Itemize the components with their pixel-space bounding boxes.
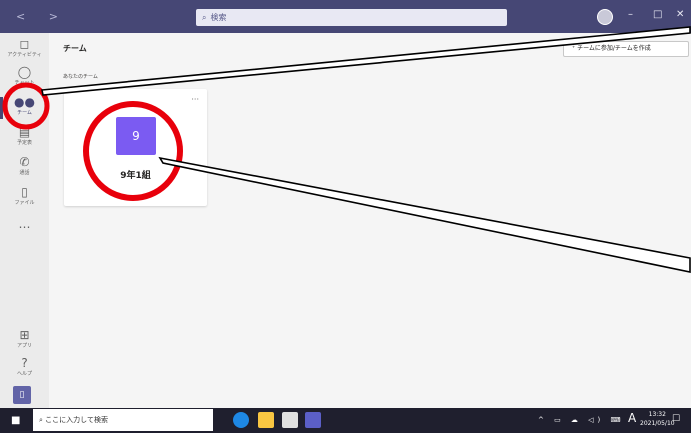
rail-item-calendar[interactable]: ▤ 予定表 bbox=[0, 125, 49, 153]
apps-icon: ⊞ bbox=[19, 328, 30, 342]
edge-icon[interactable] bbox=[233, 412, 249, 428]
clock-time: 13:32 bbox=[648, 411, 666, 418]
teams-taskbar-icon[interactable] bbox=[305, 412, 321, 428]
more-options-icon[interactable]: ··· bbox=[191, 95, 199, 104]
taskbar-search-input[interactable]: ⌕ ここに入力して検索 bbox=[33, 409, 213, 431]
rail-item-label: ファイル bbox=[14, 200, 35, 206]
team-name: 9年1組 bbox=[120, 171, 151, 181]
system-tray[interactable]: ^ ▭ ☁ ◁) ⌨ bbox=[538, 416, 625, 424]
phone-icon: ✆ bbox=[19, 155, 30, 169]
rail-item-files[interactable]: ▯ ファイル bbox=[0, 185, 49, 213]
rail-item-label: チーム bbox=[17, 110, 32, 116]
help-icon: ? bbox=[21, 356, 28, 370]
search-icon: ⌕ bbox=[202, 13, 207, 22]
rail-item-label: アクティビティ bbox=[7, 52, 42, 58]
windows-taskbar: ■ ⌕ ここに入力して検索 ^ ▭ ☁ ◁) ⌨ A 13:32 2021/05… bbox=[0, 408, 691, 433]
file-icon: ▯ bbox=[21, 185, 28, 199]
rail-item-label: 予定表 bbox=[16, 140, 32, 146]
app-bar: ◻ アクティビティ ◯ チャット ●● チーム ▤ 予定表 ✆ 通話 ▯ ファイ… bbox=[0, 33, 49, 408]
teams-icon: ●● bbox=[14, 95, 35, 109]
rail-item-more[interactable]: … bbox=[0, 217, 49, 245]
rail-item-label: アプリ bbox=[16, 343, 32, 349]
windows-start-icon[interactable]: ■ bbox=[11, 415, 20, 426]
chat-icon: ◯ bbox=[17, 65, 32, 79]
clock-date: 2021/05/10 bbox=[640, 420, 675, 427]
team-card[interactable]: ··· 9 9年1組 bbox=[64, 89, 207, 206]
title-bar: < > ⌕ 検索 – □ ✕ bbox=[0, 0, 691, 33]
rail-item-activity[interactable]: ◻ アクティビティ bbox=[0, 37, 49, 65]
join-or-create-team-label: チームに参加/チームを作成 bbox=[577, 45, 651, 52]
rail-item-teams[interactable]: ●● チーム bbox=[0, 95, 49, 123]
team-add-icon: ⁺ bbox=[572, 45, 576, 52]
team-avatar-tile: 9 bbox=[116, 117, 156, 155]
rail-item-chat[interactable]: ◯ チャット bbox=[0, 65, 49, 93]
calendar-icon: ▤ bbox=[18, 125, 31, 139]
more-icon: … bbox=[18, 217, 31, 231]
minimize-button[interactable]: – bbox=[628, 9, 633, 20]
page-title: チーム bbox=[63, 44, 87, 53]
taskbar-search-placeholder: ここに入力して検索 bbox=[45, 416, 108, 424]
store-icon[interactable] bbox=[282, 412, 298, 428]
maximize-button[interactable]: □ bbox=[653, 9, 662, 20]
rail-item-help[interactable]: ? ヘルプ bbox=[0, 356, 49, 384]
notification-icon[interactable]: ☐ bbox=[672, 414, 680, 424]
nav-arrows[interactable]: < > bbox=[16, 10, 68, 23]
rail-item-calls[interactable]: ✆ 通話 bbox=[0, 155, 49, 183]
rail-item-label: ヘルプ bbox=[16, 371, 32, 377]
search-input[interactable]: ⌕ 検索 bbox=[196, 9, 507, 26]
clock[interactable]: 13:32 2021/05/10 bbox=[640, 410, 675, 428]
avatar[interactable] bbox=[597, 9, 613, 25]
rail-item-label: チャット bbox=[14, 80, 35, 86]
search-placeholder: 検索 bbox=[210, 13, 227, 22]
section-label-your-teams: あなたのチーム bbox=[63, 74, 98, 80]
close-button[interactable]: ✕ bbox=[676, 9, 684, 20]
main-content: チーム ⁺ チームに参加/チームを作成 あなたのチーム ··· 9 9年1組 bbox=[49, 33, 691, 408]
bell-icon: ◻ bbox=[19, 37, 30, 51]
join-or-create-team-button[interactable]: ⁺ チームに参加/チームを作成 bbox=[563, 41, 689, 57]
device-icon[interactable]: ▯ bbox=[13, 386, 31, 404]
file-explorer-icon[interactable] bbox=[258, 412, 274, 428]
ime-indicator[interactable]: A bbox=[628, 411, 636, 425]
rail-item-label: 通話 bbox=[19, 170, 30, 176]
rail-item-apps[interactable]: ⊞ アプリ bbox=[0, 328, 49, 356]
